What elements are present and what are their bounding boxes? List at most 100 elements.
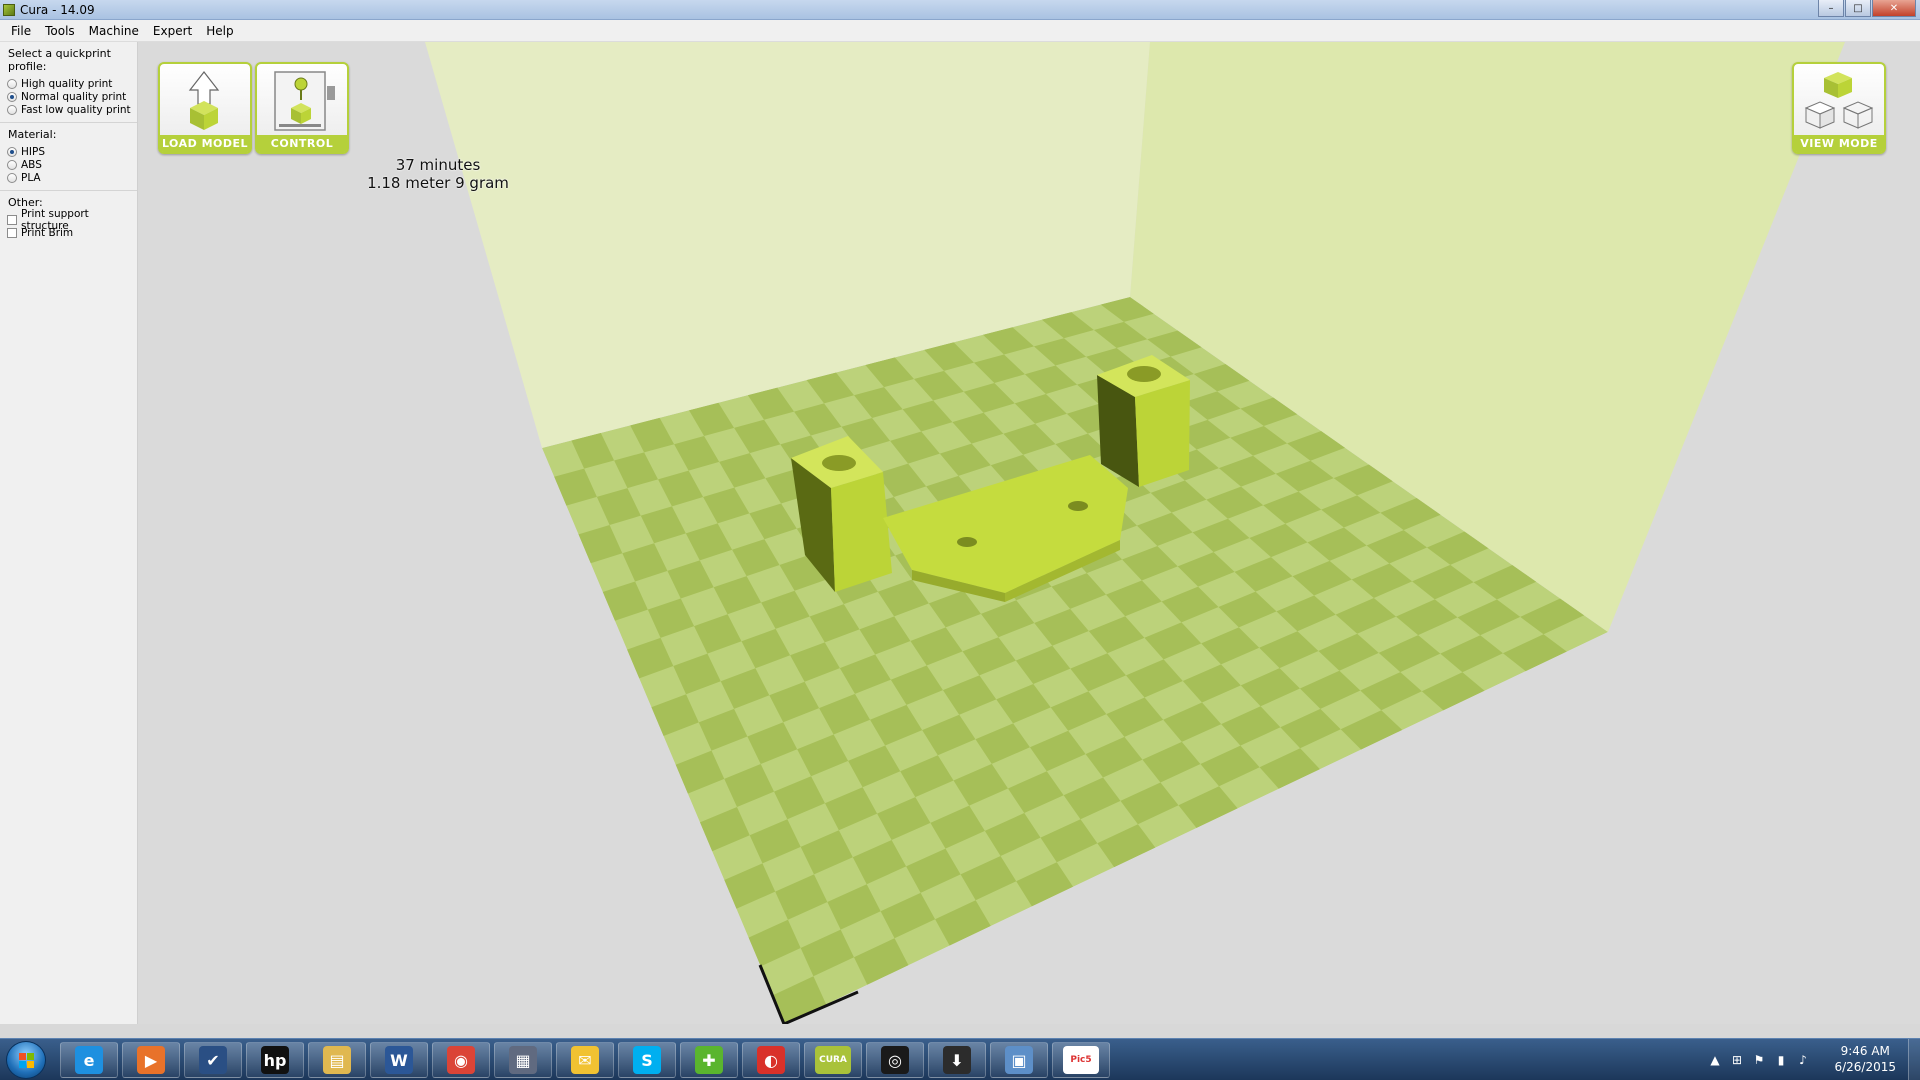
print-estimate: 37 minutes 1.18 meter 9 gram bbox=[338, 156, 538, 192]
menu-tools[interactable]: Tools bbox=[38, 20, 82, 42]
profile-normal-radio[interactable] bbox=[7, 91, 17, 102]
taskbar-media-player-button[interactable]: ▶ bbox=[122, 1042, 180, 1078]
material-hips-label: HIPS bbox=[21, 145, 45, 158]
profile-high-radio[interactable] bbox=[7, 78, 17, 89]
taskbar-hp-button[interactable]: hp bbox=[246, 1042, 304, 1078]
taskbar-mail-button[interactable]: ✉ bbox=[556, 1042, 614, 1078]
taskbar-printer-app-button[interactable]: ⬇ bbox=[928, 1042, 986, 1078]
material-abs[interactable]: ABS bbox=[7, 158, 131, 171]
brim-label: Print Brim bbox=[21, 226, 74, 239]
pics-app-icon: Pic5 bbox=[1063, 1046, 1099, 1074]
show-hidden-icons-icon[interactable]: ▲ bbox=[1708, 1053, 1722, 1067]
profile-label: Select a quickprint profile: bbox=[8, 47, 111, 73]
material-hips-radio[interactable] bbox=[7, 146, 17, 157]
taskbar-puzzle-app-button[interactable]: ✚ bbox=[680, 1042, 738, 1078]
hp-icon: hp bbox=[261, 1046, 289, 1074]
profile-fast-low-quality[interactable]: Fast low quality print bbox=[7, 103, 131, 116]
profile-normal-label: Normal quality print bbox=[21, 90, 127, 103]
volume-icon[interactable]: ♪ bbox=[1796, 1053, 1810, 1067]
show-desktop-button[interactable] bbox=[1908, 1039, 1920, 1080]
profile-high-quality[interactable]: High quality print bbox=[7, 77, 131, 90]
taskbar-red-app-button[interactable]: ◐ bbox=[742, 1042, 800, 1078]
menu-machine[interactable]: Machine bbox=[82, 20, 146, 42]
skype-icon: S bbox=[633, 1046, 661, 1074]
brim-checkbox[interactable] bbox=[7, 227, 17, 238]
taskbar-cura-button[interactable]: CURA bbox=[804, 1042, 862, 1078]
chrome-icon: ◉ bbox=[447, 1046, 475, 1074]
start-button[interactable] bbox=[6, 1041, 46, 1079]
profile-normal-quality[interactable]: Normal quality print bbox=[7, 90, 131, 103]
view-mode-label: VIEW MODE bbox=[1794, 135, 1884, 152]
support-structure-checkbox[interactable] bbox=[7, 214, 17, 225]
action-center-icon[interactable]: ⚑ bbox=[1752, 1053, 1766, 1067]
window-title: Cura - 14.09 bbox=[20, 3, 95, 17]
remote-app-icon: ▣ bbox=[1005, 1046, 1033, 1074]
window-controls: – □ ✕ bbox=[1817, 0, 1916, 18]
material-pla-radio[interactable] bbox=[7, 172, 17, 183]
taskbar-word-button[interactable]: W bbox=[370, 1042, 428, 1078]
minimize-button[interactable]: – bbox=[1818, 0, 1844, 17]
mail-icon: ✉ bbox=[571, 1046, 599, 1074]
clock-time: 9:46 AM bbox=[1840, 1044, 1890, 1058]
puzzle-app-icon: ✚ bbox=[695, 1046, 723, 1074]
check-app-icon: ✔ bbox=[199, 1046, 227, 1074]
taskbar-pics-app-button[interactable]: Pic5 bbox=[1052, 1042, 1110, 1078]
load-model-label: LOAD MODEL bbox=[160, 135, 250, 152]
internet-explorer-icon: e bbox=[75, 1046, 103, 1074]
profile-high-label: High quality print bbox=[21, 77, 113, 90]
printer-control-icon bbox=[274, 71, 335, 131]
taskbar-display-app-button[interactable]: ▦ bbox=[494, 1042, 552, 1078]
view-mode-icon bbox=[1804, 72, 1874, 129]
menu-bar: File Tools Machine Expert Help bbox=[0, 20, 1920, 42]
system-tray: ▲ ⊞ ⚑ ▮ ♪ 9:46 AM 6/26/2015 bbox=[1690, 1039, 1920, 1080]
title-bar: Cura - 14.09 – □ ✕ bbox=[0, 0, 1920, 20]
windows-flag-tray-icon[interactable]: ⊞ bbox=[1730, 1053, 1744, 1067]
divider bbox=[0, 122, 137, 123]
material-pla-label: PLA bbox=[21, 171, 41, 184]
media-player-icon: ▶ bbox=[137, 1046, 165, 1074]
printer-app-icon: ⬇ bbox=[943, 1046, 971, 1074]
taskbar-chrome-button[interactable]: ◉ bbox=[432, 1042, 490, 1078]
view-mode-button[interactable]: VIEW MODE bbox=[1792, 62, 1886, 154]
menu-file[interactable]: File bbox=[4, 20, 38, 42]
print-material-usage: 1.18 meter 9 gram bbox=[367, 174, 509, 192]
menu-expert[interactable]: Expert bbox=[146, 20, 199, 42]
material-abs-label: ABS bbox=[21, 158, 42, 171]
file-explorer-icon: ▤ bbox=[323, 1046, 351, 1074]
material-pla[interactable]: PLA bbox=[7, 171, 131, 184]
print-time: 37 minutes bbox=[395, 156, 481, 174]
red-app-icon: ◐ bbox=[757, 1046, 785, 1074]
profile-fast-radio[interactable] bbox=[7, 104, 17, 115]
profile-fast-label: Fast low quality print bbox=[21, 103, 131, 116]
divider bbox=[0, 190, 137, 191]
clock[interactable]: 9:46 AM 6/26/2015 bbox=[1834, 1043, 1896, 1075]
network-icon[interactable]: ▮ bbox=[1774, 1053, 1788, 1067]
load-model-button[interactable]: LOAD MODEL bbox=[158, 62, 252, 154]
support-structure-option[interactable]: Print support structure bbox=[7, 208, 131, 232]
taskbar-skype-button[interactable]: S bbox=[618, 1042, 676, 1078]
control-label: CONTROL bbox=[257, 135, 347, 152]
lock-app-icon: ◎ bbox=[881, 1046, 909, 1074]
taskbar-remote-app-button[interactable]: ▣ bbox=[990, 1042, 1048, 1078]
cura-app-icon bbox=[3, 4, 15, 16]
material-label: Material: bbox=[8, 128, 57, 141]
taskbar-internet-explorer-button[interactable]: e bbox=[60, 1042, 118, 1078]
material-abs-radio[interactable] bbox=[7, 159, 17, 170]
windows-taskbar: e ▶ ✔ hp ▤ W ◉ ▦ ✉ S ✚ ◐ CURA ◎ ⬇ ▣ Pic5 ▲ ⊞ ⚑ ▮ ♪ 9:46 … bbox=[0, 1038, 1920, 1080]
control-button[interactable]: CONTROL bbox=[255, 62, 349, 154]
word-icon: W bbox=[385, 1046, 413, 1074]
menu-help[interactable]: Help bbox=[199, 20, 240, 42]
windows-logo-icon bbox=[19, 1053, 35, 1069]
taskbar-check-app-button[interactable]: ✔ bbox=[184, 1042, 242, 1078]
clock-date: 6/26/2015 bbox=[1834, 1060, 1896, 1074]
quickprint-panel: Select a quickprint profile: High qualit… bbox=[0, 42, 138, 1024]
3d-viewport[interactable]: LOAD MODEL CONTROL 37 minutes 1.18 meter… bbox=[138, 42, 1920, 1024]
taskbar-lock-app-button[interactable]: ◎ bbox=[866, 1042, 924, 1078]
close-button[interactable]: ✕ bbox=[1872, 0, 1916, 17]
load-model-icon bbox=[188, 71, 220, 130]
cura-icon: CURA bbox=[815, 1046, 851, 1074]
display-app-icon: ▦ bbox=[509, 1046, 537, 1074]
taskbar-file-explorer-button[interactable]: ▤ bbox=[308, 1042, 366, 1078]
material-hips[interactable]: HIPS bbox=[7, 145, 131, 158]
maximize-button[interactable]: □ bbox=[1845, 0, 1871, 17]
